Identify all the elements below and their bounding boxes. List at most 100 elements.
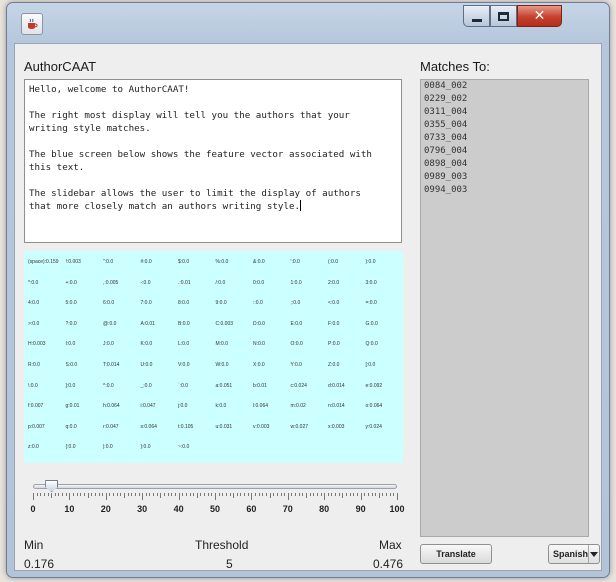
slider-tick — [98, 493, 100, 496]
slider-tick — [222, 493, 224, 496]
feature-value: [:0.0 — [365, 362, 376, 368]
feature-value: s:0.064 — [140, 423, 157, 430]
slider-tick — [65, 493, 67, 496]
feature-value: Y:0.0 — [290, 362, 302, 368]
list-item[interactable]: 0355_004 — [421, 119, 588, 132]
title-bar[interactable]: ✕ — [7, 3, 609, 45]
slider-tick — [386, 493, 388, 496]
list-item[interactable]: 0229_002 — [421, 93, 588, 106]
slider-track[interactable] — [33, 484, 397, 489]
slider-tick — [265, 493, 267, 496]
feature-value: ::0.0 — [253, 300, 263, 307]
threshold-slider[interactable]: 0 10 20 30 40 50 60 70 80 90 100 — [27, 476, 405, 514]
slider-tick — [327, 493, 329, 496]
feature-value: E:0.0 — [290, 320, 303, 327]
feature-value: l:0.064 — [253, 403, 269, 410]
text-input-area[interactable]: Hello, welcome to AuthorCAAT! The right … — [24, 79, 402, 243]
slider-tick — [233, 493, 235, 498]
slider-tick-label: 60 — [246, 504, 257, 514]
list-item[interactable]: 0311_004 — [421, 106, 588, 119]
feature-value: ?:0.0 — [65, 320, 77, 327]
slider-tick — [153, 493, 155, 496]
slider-tick-label: 20 — [100, 504, 111, 514]
slider-tick — [262, 493, 264, 496]
slider-tick — [356, 493, 358, 496]
list-item[interactable]: 0733_004 — [421, 132, 588, 145]
slider-thumb[interactable] — [45, 480, 59, 492]
slider-tick — [291, 493, 293, 496]
list-item[interactable]: 0796_004 — [421, 145, 588, 158]
slider-tick — [124, 493, 125, 498]
app-window: ✕ AuthorCAAT Matches To: Hello, welcome … — [6, 2, 610, 578]
slider-tick — [156, 493, 158, 496]
max-label: Max — [379, 538, 402, 552]
feature-value: i:0.047 — [140, 403, 156, 410]
close-button[interactable]: ✕ — [517, 5, 562, 27]
minimize-button[interactable] — [463, 5, 490, 27]
feature-value: d:0.014 — [328, 382, 345, 389]
feature-value: t:0.105 — [178, 423, 194, 430]
slider-tick — [276, 493, 278, 496]
slider-tick-label: 50 — [209, 504, 221, 514]
feature-value: *:0.0 — [28, 279, 39, 286]
slider-tick — [113, 493, 115, 496]
feature-value: B:0.0 — [178, 320, 190, 327]
slider-tick — [298, 493, 300, 496]
slider-tick — [287, 493, 289, 500]
feature-value: Q:0.0 — [365, 341, 378, 348]
slider-tick — [338, 493, 340, 496]
matches-title: Matches To: — [420, 59, 490, 74]
slider-tick — [76, 493, 78, 496]
feature-value: v:0.003 — [253, 423, 270, 430]
java-cup-icon[interactable] — [21, 13, 43, 35]
list-item[interactable]: 0084_002 — [421, 80, 588, 93]
chevron-down-icon[interactable] — [588, 545, 599, 563]
feature-value: <:0.0 — [328, 300, 340, 307]
slider-tick-label: 0 — [30, 504, 36, 514]
text-line: writing style matches. — [29, 123, 151, 134]
slider-tick — [375, 493, 377, 496]
text-line: The slidebar allows the user to limit th… — [29, 188, 361, 199]
feature-value: @:0.0 — [103, 320, 117, 327]
list-item[interactable]: 0989_003 — [421, 171, 588, 184]
language-select[interactable]: Spanish — [548, 544, 600, 564]
slider-tick — [185, 493, 187, 496]
slider-tick — [378, 493, 380, 498]
slider-tick — [204, 493, 206, 496]
slider-tick — [182, 493, 184, 496]
feature-value: }:0.0 — [140, 444, 151, 451]
feature-value: 3:0.0 — [365, 279, 377, 286]
slider-tick — [324, 493, 326, 500]
slider-tick — [43, 493, 45, 496]
feature-value: N:0.0 — [253, 341, 265, 348]
slider-tick — [273, 493, 275, 496]
feature-value: -:0.0 — [140, 279, 151, 286]
feature-value: n:0.014 — [328, 403, 345, 410]
feature-value: x:0.003 — [328, 423, 345, 430]
slider-tick — [200, 493, 202, 496]
feature-value: M:0.0 — [215, 341, 229, 348]
slider-tick — [393, 493, 395, 496]
feature-value: _:0.0 — [140, 382, 152, 389]
maximize-button[interactable] — [490, 5, 517, 27]
list-item[interactable]: 0898_004 — [421, 158, 588, 171]
slider-tick — [83, 493, 85, 496]
text-line: The blue screen below shows the feature … — [29, 149, 372, 160]
feature-value: ":0.0 — [103, 259, 114, 265]
slider-tick — [87, 493, 89, 498]
list-item[interactable]: 0994_003 — [421, 184, 588, 197]
feature-value: W:0.0 — [215, 362, 229, 368]
matches-list[interactable]: 0084_002 0229_002 0311_004 0355_004 0733_004… — [420, 79, 589, 537]
slider-tick — [40, 493, 42, 496]
feature-value: R:0.0 — [28, 362, 40, 368]
feature-value: j:0.0 — [178, 403, 188, 410]
translate-button[interactable]: Translate — [420, 544, 492, 564]
slider-tick — [54, 493, 56, 496]
slider-tick-label: 30 — [137, 504, 148, 514]
feature-value: F:0.0 — [328, 320, 340, 327]
feature-value: 0:0.0 — [253, 279, 265, 286]
slider-tick — [316, 493, 318, 496]
feature-value: V:0.0 — [178, 362, 190, 368]
slider-tick — [331, 493, 333, 496]
feature-value: >:0.0 — [28, 320, 40, 327]
